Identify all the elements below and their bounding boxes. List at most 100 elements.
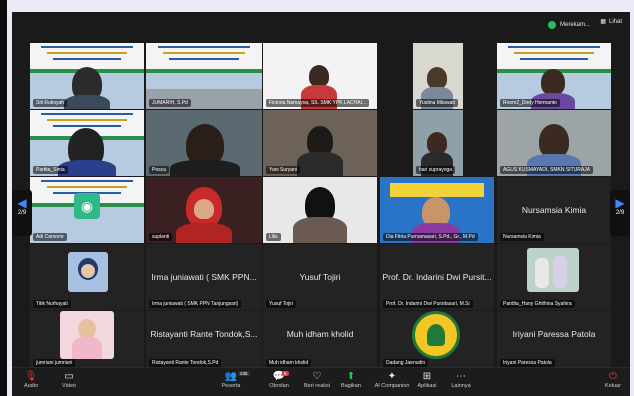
ai-companion-button[interactable]: ✦ AI Companion xyxy=(370,371,414,389)
participant-display-name: Muh idham kholid xyxy=(286,329,354,340)
participant-logo-icon: ◉ xyxy=(74,193,100,219)
chat-button[interactable]: 💬 5 Obrolan xyxy=(262,371,296,389)
chat-badge: 5 xyxy=(282,371,289,376)
more-label: Lainnya xyxy=(451,383,471,389)
reactions-label: Beri reaksi xyxy=(304,383,330,389)
ai-companion-label: AI Companion xyxy=(374,383,410,389)
leave-label: Keluar xyxy=(605,383,621,389)
avatar xyxy=(60,311,114,359)
emblem-icon xyxy=(412,311,460,359)
participant-name: hari suprayoga xyxy=(416,166,456,174)
participant-name: Fictoria Namayoa, SS. SMK YPK LACHAI... xyxy=(266,99,370,107)
participant-name: Titik Nurhayati xyxy=(33,300,71,308)
participant-tile[interactable]: Fictoria Namayoa, SS. SMK YPK LACHAI... xyxy=(263,43,377,109)
video-label: Video xyxy=(62,383,76,389)
leave-button[interactable]: ⏻ Keluar xyxy=(596,371,630,389)
participant-tile[interactable]: hari suprayoga xyxy=(413,110,463,176)
participant-name: Lilis xyxy=(266,233,281,241)
audio-button[interactable]: 🎙 Audio xyxy=(14,371,48,389)
chat-label: Obrolan xyxy=(269,383,289,389)
participant-name: AGUS KUSMAYADI, SMKN SITURAJA xyxy=(500,166,594,174)
participant-display-name: Yusuf Tojiri xyxy=(299,272,341,282)
participant-name: Muh idham kholid xyxy=(266,359,312,367)
participant-tile[interactable]: Dadang Jaenudin xyxy=(380,311,494,369)
participant-tile[interactable]: suplanti xyxy=(146,177,262,243)
chat-icon: 💬 xyxy=(272,371,286,382)
participant-tile[interactable]: Siti Rukoyah xyxy=(30,43,144,109)
participant-name: JUMARIH, S.Pd xyxy=(149,99,191,107)
participant-name: Pardita_Hany Ghithina Syahira xyxy=(500,300,575,308)
participant-display-name: Irma juniawati ( SMK PPN... xyxy=(151,272,257,282)
participant-tile[interactable]: Pesca xyxy=(146,110,262,176)
avatar xyxy=(68,252,108,292)
participant-tile[interactable]: Prof. Dr. Indarini Dwi Pursit... Prof. D… xyxy=(380,244,494,310)
microphone-muted-icon: 🎙 xyxy=(24,371,38,382)
participants-count: 235 xyxy=(238,371,250,376)
page-indicator-left: 2/9 xyxy=(17,210,27,216)
heart-icon: ♡ xyxy=(312,371,322,382)
participant-name: jumriani jumriani xyxy=(33,359,76,367)
participant-tile[interactable]: Ristayanti Rante Tondok,S... Ristayanti … xyxy=(146,311,262,369)
participant-tile[interactable]: Muh idham kholid Muh idham kholid xyxy=(263,311,377,369)
audio-label: Audio xyxy=(23,383,39,389)
participant-tile[interactable]: AGUS KUSMAYADI, SMKN SITURAJA xyxy=(497,110,611,176)
apps-label: Aplikasi xyxy=(417,383,437,389)
participant-display-name: Ristayanti Rante Tondok,S... xyxy=(150,329,258,340)
share-button[interactable]: ⬆ Bagikan xyxy=(334,371,368,389)
chevron-right-icon: ▶ xyxy=(615,196,625,210)
leave-icon: ⏻ xyxy=(609,371,617,382)
participant-tile[interactable]: Yusuf Tojiri Yusuf Tojiri xyxy=(263,244,377,310)
participant-tile[interactable]: Dia Fitria Purnamasari, S.Pd., Gr., M.Pd xyxy=(380,177,494,243)
participant-tile[interactable]: Titik Nurhayati xyxy=(30,244,144,310)
window-edge xyxy=(0,0,7,396)
participant-display-name: Iriyani Paressa Patola xyxy=(512,329,596,340)
participant-tile[interactable]: Lilis xyxy=(263,177,377,243)
participant-tile[interactable]: Yustina Milawati xyxy=(413,43,463,109)
page-indicator-right: 2/9 xyxy=(615,210,625,216)
participant-name: Siti Rukoyah xyxy=(33,99,68,107)
participant-name: Adi Carsono xyxy=(33,233,67,241)
participant-name: suplanti xyxy=(149,233,173,241)
reactions-button[interactable]: ♡ Beri reaksi xyxy=(300,371,334,389)
participant-name: Iriyani Paressa Patola xyxy=(500,359,555,367)
participant-tile[interactable]: Iriyani Paressa Patola Iriyani Paressa P… xyxy=(497,311,611,369)
more-button[interactable]: ⋯ Lainnya xyxy=(444,371,478,389)
participants-button[interactable]: 👥 235 Peserta xyxy=(214,371,250,389)
participants-label: Peserta xyxy=(221,383,241,389)
participant-tile[interactable]: jumriani jumriani xyxy=(30,311,144,369)
video-button[interactable]: ▭ Video xyxy=(52,371,86,389)
participant-name: Yani Suryani xyxy=(266,166,300,174)
participant-name: Dia Fitria Purnamasari, S.Pd., Gr., M.Pd xyxy=(383,233,478,241)
participant-tile[interactable]: Yani Suryani xyxy=(263,110,377,176)
meeting-toolbar: 🎙 Audio ▭ Video 👥 235 Peserta 💬 5 Obrola… xyxy=(12,367,630,396)
participant-name: Yustina Milawati xyxy=(416,99,458,107)
participant-name: Nursamsia Kimia xyxy=(500,233,544,241)
participant-name: Pesca xyxy=(149,166,169,174)
share-screen-icon: ⬆ xyxy=(346,371,356,382)
more-icon: ⋯ xyxy=(456,371,466,382)
chevron-left-icon: ◀ xyxy=(17,196,27,210)
participant-tile[interactable]: Partita_Sinta xyxy=(30,110,144,176)
participant-name: Room2_Dody Hermanto xyxy=(500,99,560,107)
participant-tile[interactable]: Room2_Dody Hermanto xyxy=(497,43,611,109)
participant-name: Prof. Dr. Indarini Dwi Pursitasari, M.Si xyxy=(383,300,473,308)
zoom-meeting-window: Merekam... ▦ Lihat Siti Rukoyah JUMARIH,… xyxy=(12,12,630,396)
participant-display-name: Prof. Dr. Indarini Dwi Pursit... xyxy=(382,272,492,282)
participant-tile[interactable]: Nursamsia Kimia Nursamsia Kimia xyxy=(497,177,611,243)
participant-name: Dadang Jaenudin xyxy=(383,359,429,367)
sparkle-icon: ✦ xyxy=(387,371,397,382)
participant-tile[interactable]: JUMARIH, S.Pd xyxy=(146,43,262,109)
participant-tile[interactable]: ◉ Adi Carsono xyxy=(30,177,144,243)
participant-tile[interactable]: Pardita_Hany Ghithina Syahira xyxy=(497,244,611,310)
avatar xyxy=(527,248,579,292)
participant-tile[interactable]: Irma juniawati ( SMK PPN... Irma juniawa… xyxy=(146,244,262,310)
next-page-button[interactable]: ▶ 2/9 xyxy=(610,190,630,236)
apps-button[interactable]: ⊞ Aplikasi xyxy=(410,371,444,389)
participant-name: Irma juniawati ( SMK PPN Tanjungsari) xyxy=(149,300,242,308)
gallery-grid: Siti Rukoyah JUMARIH, S.Pd Fictoria Nama… xyxy=(12,12,630,396)
participant-name: Partita_Sinta xyxy=(33,166,68,174)
video-camera-icon: ▭ xyxy=(64,371,74,382)
previous-page-button[interactable]: ◀ 2/9 xyxy=(12,190,32,236)
apps-icon: ⊞ xyxy=(422,371,432,382)
share-label: Bagikan xyxy=(341,383,361,389)
